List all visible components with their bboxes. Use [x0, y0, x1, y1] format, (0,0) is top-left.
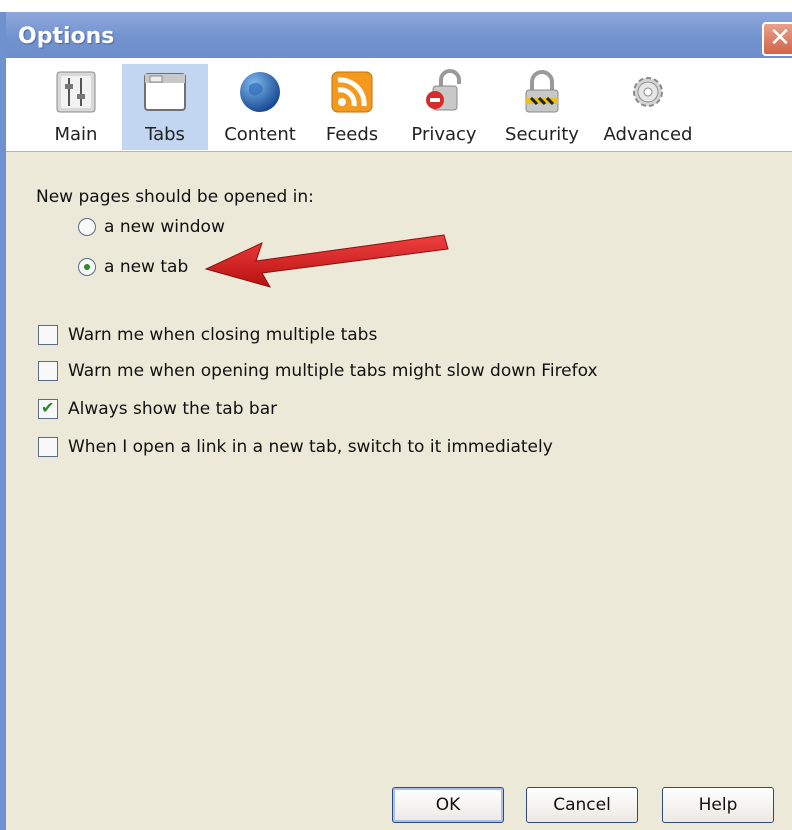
checkbox-warn-closing[interactable]: Warn me when closing multiple tabs [38, 325, 377, 345]
ok-button[interactable]: OK [392, 787, 504, 823]
tabs-settings-pane: New pages should be opened in: a new win… [6, 153, 792, 830]
red-arrow-annotation [204, 234, 449, 288]
options-dialog: Options ✕ Main Tabs Content Feeds Privac… [0, 12, 792, 830]
checkbox-warn-closing-label: Warn me when closing multiple tabs [68, 325, 378, 345]
radio-button-selected[interactable] [78, 258, 96, 276]
main-settings-icon [56, 71, 96, 113]
radio-new-tab[interactable]: a new tab [78, 257, 188, 277]
security-padlock-icon [525, 70, 559, 113]
pane-tabs-label: Tabs [145, 124, 185, 145]
pane-privacy-label: Privacy [411, 124, 477, 145]
checkbox[interactable] [38, 437, 58, 457]
close-icon: ✕ [769, 23, 791, 53]
radio-button[interactable] [78, 218, 96, 236]
pane-advanced-label: Advanced [603, 124, 693, 145]
pane-main-button[interactable]: Main [40, 64, 112, 150]
rss-feed-icon [331, 71, 373, 113]
pane-security-button[interactable]: Security [496, 64, 588, 150]
pane-content-label: Content [224, 124, 296, 145]
preferences-toolbar: Main Tabs Content Feeds Privacy Security… [6, 58, 792, 152]
pane-content-button[interactable]: Content [218, 64, 302, 150]
pane-feeds-button[interactable]: Feeds [316, 64, 388, 150]
pane-privacy-button[interactable]: Privacy [402, 64, 486, 150]
new-pages-heading: New pages should be opened in: [36, 187, 314, 207]
checkbox-always-show-label: Always show the tab bar [68, 399, 278, 419]
checkbox-always-show-tab-bar[interactable]: Always show the tab bar [38, 398, 278, 419]
checkbox[interactable] [38, 325, 58, 345]
checkbox-switch-label: When I open a link in a new tab, switch … [68, 437, 553, 457]
pane-security-label: Security [505, 124, 579, 145]
pane-feeds-label: Feeds [325, 124, 379, 145]
radio-new-tab-label: a new tab [104, 257, 189, 277]
pane-tabs-button[interactable]: Tabs [122, 64, 208, 150]
globe-icon [240, 72, 280, 112]
dialog-title: Options [18, 24, 115, 49]
checkbox-warn-opening[interactable]: Warn me when opening multiple tabs might… [38, 361, 598, 381]
privacy-lock-icon [426, 69, 461, 111]
title-bar[interactable]: Options ✕ [6, 12, 792, 58]
help-button[interactable]: Help [662, 787, 774, 823]
cancel-button[interactable]: Cancel [526, 787, 638, 823]
gear-icon [633, 77, 663, 107]
checkbox-warn-opening-label: Warn me when opening multiple tabs might… [68, 361, 598, 381]
pane-main-label: Main [54, 124, 98, 145]
pane-advanced-button[interactable]: Advanced [598, 64, 698, 150]
checkbox-switch-to-new-tab[interactable]: When I open a link in a new tab, switch … [38, 437, 553, 457]
close-button[interactable]: ✕ [762, 22, 792, 56]
checkbox-checked[interactable] [38, 398, 58, 419]
tabs-window-icon [144, 73, 186, 111]
checkbox[interactable] [38, 361, 58, 381]
